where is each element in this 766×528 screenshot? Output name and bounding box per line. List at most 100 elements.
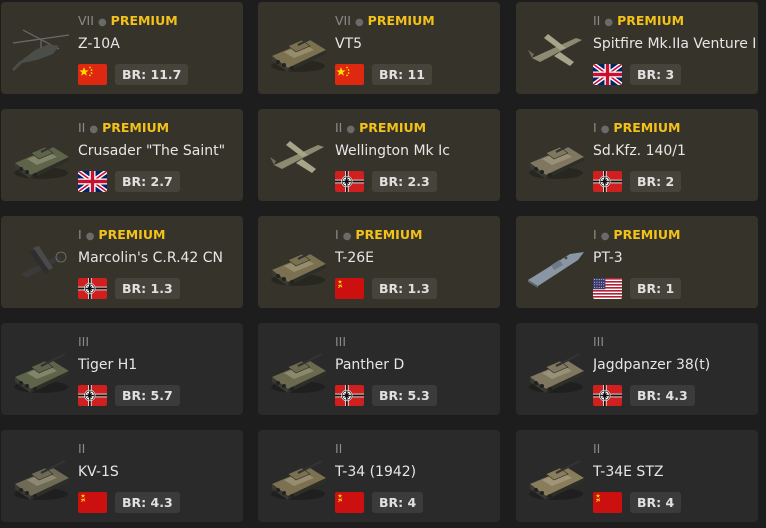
flag-china-icon — [335, 64, 364, 85]
battle-rating-badge: BR: 1.3 — [115, 278, 180, 299]
tier-line: I ● PREMIUM — [335, 227, 422, 242]
battle-rating-badge: BR: 5.7 — [115, 385, 180, 406]
battle-rating-badge: BR: 4 — [630, 492, 682, 513]
tank-thumbnail — [526, 337, 586, 403]
tier-line: II ● PREMIUM — [78, 120, 169, 135]
vehicle-card[interactable]: II T-34E STZ BR: 4 — [516, 430, 758, 522]
tier-label: I — [593, 227, 597, 242]
vehicle-name: T-34E STZ — [593, 464, 664, 480]
flag-uk-icon — [593, 64, 622, 85]
tank-thumbnail — [526, 123, 586, 189]
separator-dot: ● — [604, 17, 614, 28]
tier-line: II ● PREMIUM — [335, 120, 426, 135]
tier-label: III — [335, 334, 347, 349]
tier-label: I — [593, 120, 597, 135]
tier-line: I ● PREMIUM — [593, 227, 680, 242]
premium-badge: PREMIUM — [613, 120, 681, 135]
separator-dot: ● — [342, 231, 352, 242]
vehicle-card[interactable]: I ● PREMIUM T-26E BR: 1.3 — [258, 216, 500, 308]
vehicle-card[interactable]: I ● PREMIUM Marcolin's C.R.42 CN BR: 1.3 — [1, 216, 243, 308]
vehicle-grid: VII ● PREMIUM Z-10A BR: 11.7 VII ● PREMIUM VT5 BR… — [0, 0, 766, 528]
battle-rating-badge: BR: 2 — [630, 171, 682, 192]
premium-badge: PREMIUM — [98, 227, 166, 242]
separator-dot: ● — [600, 124, 610, 135]
tank-thumbnail — [11, 123, 71, 189]
battle-rating-badge: BR: 5.3 — [372, 385, 437, 406]
plane-thumbnail — [526, 16, 586, 82]
vehicle-card[interactable]: I ● PREMIUM PT-3 BR: 1 — [516, 216, 758, 308]
tier-line: I ● PREMIUM — [593, 120, 680, 135]
heli-thumbnail — [11, 16, 71, 82]
vehicle-name: KV-1S — [78, 464, 119, 480]
premium-badge: PREMIUM — [110, 13, 178, 28]
separator-dot: ● — [97, 17, 107, 28]
flag-germany-icon — [335, 385, 364, 406]
vehicle-name: Jagdpanzer 38(t) — [593, 357, 711, 373]
vehicle-card[interactable]: II ● PREMIUM Wellington Mk Ic BR: 2.3 — [258, 109, 500, 201]
vehicle-name: Spitfire Mk.IIa Venture I — [593, 36, 757, 52]
vehicle-card[interactable]: I ● PREMIUM Sd.Kfz. 140/1 BR: 2 — [516, 109, 758, 201]
tank-thumbnail — [268, 337, 328, 403]
tier-label: II — [593, 441, 601, 456]
flag-china-icon — [78, 64, 107, 85]
tier-line: II — [78, 441, 85, 456]
tier-label: III — [593, 334, 605, 349]
separator-dot: ● — [354, 17, 364, 28]
battle-rating-badge: BR: 4 — [372, 492, 424, 513]
flag-ussr-icon — [593, 492, 622, 513]
battle-rating-badge: BR: 3 — [630, 64, 682, 85]
separator-dot: ● — [346, 124, 356, 135]
vehicle-card[interactable]: II ● PREMIUM Crusader "The Saint" BR: 2.7 — [1, 109, 243, 201]
vehicle-card[interactable]: II ● PREMIUM Spitfire Mk.IIa Venture I BR: 3 — [516, 2, 758, 94]
vehicle-card[interactable]: III Tiger H1 BR: 5.7 — [1, 323, 243, 415]
vehicle-name: Marcolin's C.R.42 CN — [78, 250, 224, 266]
plane-thumbnail — [268, 123, 328, 189]
premium-badge: PREMIUM — [359, 120, 427, 135]
flag-usa-icon — [593, 278, 622, 299]
tier-line: I ● PREMIUM — [78, 227, 165, 242]
tier-label: II — [78, 120, 86, 135]
tank-thumbnail — [11, 337, 71, 403]
flag-ussr-icon — [335, 278, 364, 299]
tier-line: III — [335, 334, 346, 349]
separator-dot: ● — [85, 231, 95, 242]
vehicle-card[interactable]: III Panther D BR: 5.3 — [258, 323, 500, 415]
vehicle-name: T-34 (1942) — [335, 464, 417, 480]
vehicle-name: Wellington Mk Ic — [335, 143, 450, 159]
tier-label: VII — [78, 13, 94, 28]
tier-line: III — [593, 334, 604, 349]
tier-label: II — [78, 441, 86, 456]
vehicle-card[interactable]: III Jagdpanzer 38(t) BR: 4.3 — [516, 323, 758, 415]
flag-germany-icon — [593, 171, 622, 192]
tier-line: II — [593, 441, 600, 456]
flag-germany-icon — [335, 171, 364, 192]
tier-label: I — [78, 227, 82, 242]
vehicle-card[interactable]: VII ● PREMIUM Z-10A BR: 11.7 — [1, 2, 243, 94]
vehicle-card[interactable]: VII ● PREMIUM VT5 BR: 11 — [258, 2, 500, 94]
tank-thumbnail — [268, 16, 328, 82]
flag-germany-icon — [78, 385, 107, 406]
tier-label: VII — [335, 13, 351, 28]
vehicle-name: T-26E — [335, 250, 374, 266]
vehicle-name: Panther D — [335, 357, 405, 373]
tier-line: III — [78, 334, 89, 349]
vehicle-name: VT5 — [335, 36, 363, 52]
flag-germany-icon — [78, 278, 107, 299]
tier-label: II — [593, 13, 601, 28]
battle-rating-badge: BR: 2.7 — [115, 171, 180, 192]
separator-dot: ● — [89, 124, 99, 135]
tier-label: II — [335, 441, 343, 456]
tank-thumbnail — [11, 444, 71, 510]
vehicle-name: Z-10A — [78, 36, 120, 52]
vehicle-name: PT-3 — [593, 250, 623, 266]
premium-badge: PREMIUM — [613, 227, 681, 242]
vehicle-card[interactable]: II KV-1S BR: 4.3 — [1, 430, 243, 522]
vehicle-name: Sd.Kfz. 140/1 — [593, 143, 686, 159]
vehicle-card[interactable]: II T-34 (1942) BR: 4 — [258, 430, 500, 522]
vehicle-name: Crusader "The Saint" — [78, 143, 226, 159]
battle-rating-badge: BR: 1.3 — [372, 278, 437, 299]
battle-rating-badge: BR: 11.7 — [115, 64, 189, 85]
vehicle-name: Tiger H1 — [78, 357, 138, 373]
premium-badge: PREMIUM — [617, 13, 685, 28]
boat-thumbnail — [526, 230, 586, 296]
